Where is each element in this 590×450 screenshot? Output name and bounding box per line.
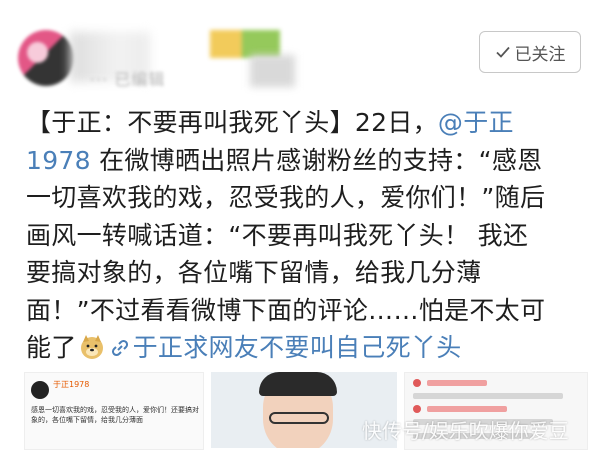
user-avatar[interactable] [18,30,74,86]
mini-username: 于正1978 [53,380,90,389]
comment-line [427,380,487,386]
mention-link[interactable]: @于正 [438,108,514,137]
post-text: 画风一转喊话道：“不要再叫我死丫头！ 我还 [26,220,529,250]
post-line: 能了 于正求网友不要叫自己死丫头 [26,329,566,367]
following-label: 已关注 [514,44,566,65]
blurred-text [250,55,295,87]
post-text: 要搞对象的，各位嘴下留情，给我几分薄 [26,258,482,287]
blurred-badge [210,30,280,58]
comment-avatar [413,405,421,413]
post-line: 要搞对象的，各位嘴下留情，给我几分薄 [26,254,566,292]
doge-emoji-icon [80,335,103,359]
post-line: 面！”不过看看微博下面的评论……怕是不太可 [26,292,566,330]
post-line: 一切喜欢我的戏，忍受我的人，爱你们！”随后 [26,179,566,217]
mini-avatar [31,381,49,399]
post-body: 【于正：不要再叫我死丫头】22日，@于正 1978 在微博晒出照片感谢粉丝的支持… [26,104,566,367]
post-header: ··· 已编辑 已关注 [0,0,590,98]
post-text: 能了 [26,333,77,362]
post-text: 面！”不过看看微博下面的评论……怕是不太可 [26,295,546,325]
mini-post-text: 感恩一切喜欢我的戏，忍受我的人，爱你们！还要搞对象的，各位嘴下留情，给我几分薄面 [31,406,199,424]
check-icon [495,46,510,58]
hair-shape [259,372,337,396]
topic-link[interactable]: 于正求网友不要叫自己死丫头 [133,333,462,362]
post-meta: ··· 已编辑 [90,70,166,89]
post-image-screenshot[interactable]: 于正1978 感恩一切喜欢我的戏，忍受我的人，爱你们！还要搞对象的，各位嘴下留情… [24,372,204,450]
mention-link[interactable]: 1978 [26,146,91,175]
link-icon [111,339,128,357]
post-line: 【于正：不要再叫我死丫头】22日，@于正 [26,104,566,142]
post-text: 在微博晒出照片感谢粉丝的支持：“感恩 [90,145,543,175]
following-button[interactable]: 已关注 [479,31,581,73]
glasses-shape [269,412,329,424]
post-line: 1978 在微博晒出照片感谢粉丝的支持：“感恩 [26,142,566,180]
comment-avatar [413,379,421,387]
post-line: 画风一转喊话道：“不要再叫我死丫头！ 我还 [26,217,566,255]
comment-line [427,406,507,412]
post-text: 【于正：不要再叫我死丫头】22日， [26,108,438,137]
comment-line [413,393,563,399]
post-text: 一切喜欢我的戏，忍受我的人，爱你们！”随后 [26,183,546,212]
watermark: 快传号/娱乐吹爆你爱豆 [362,419,569,443]
